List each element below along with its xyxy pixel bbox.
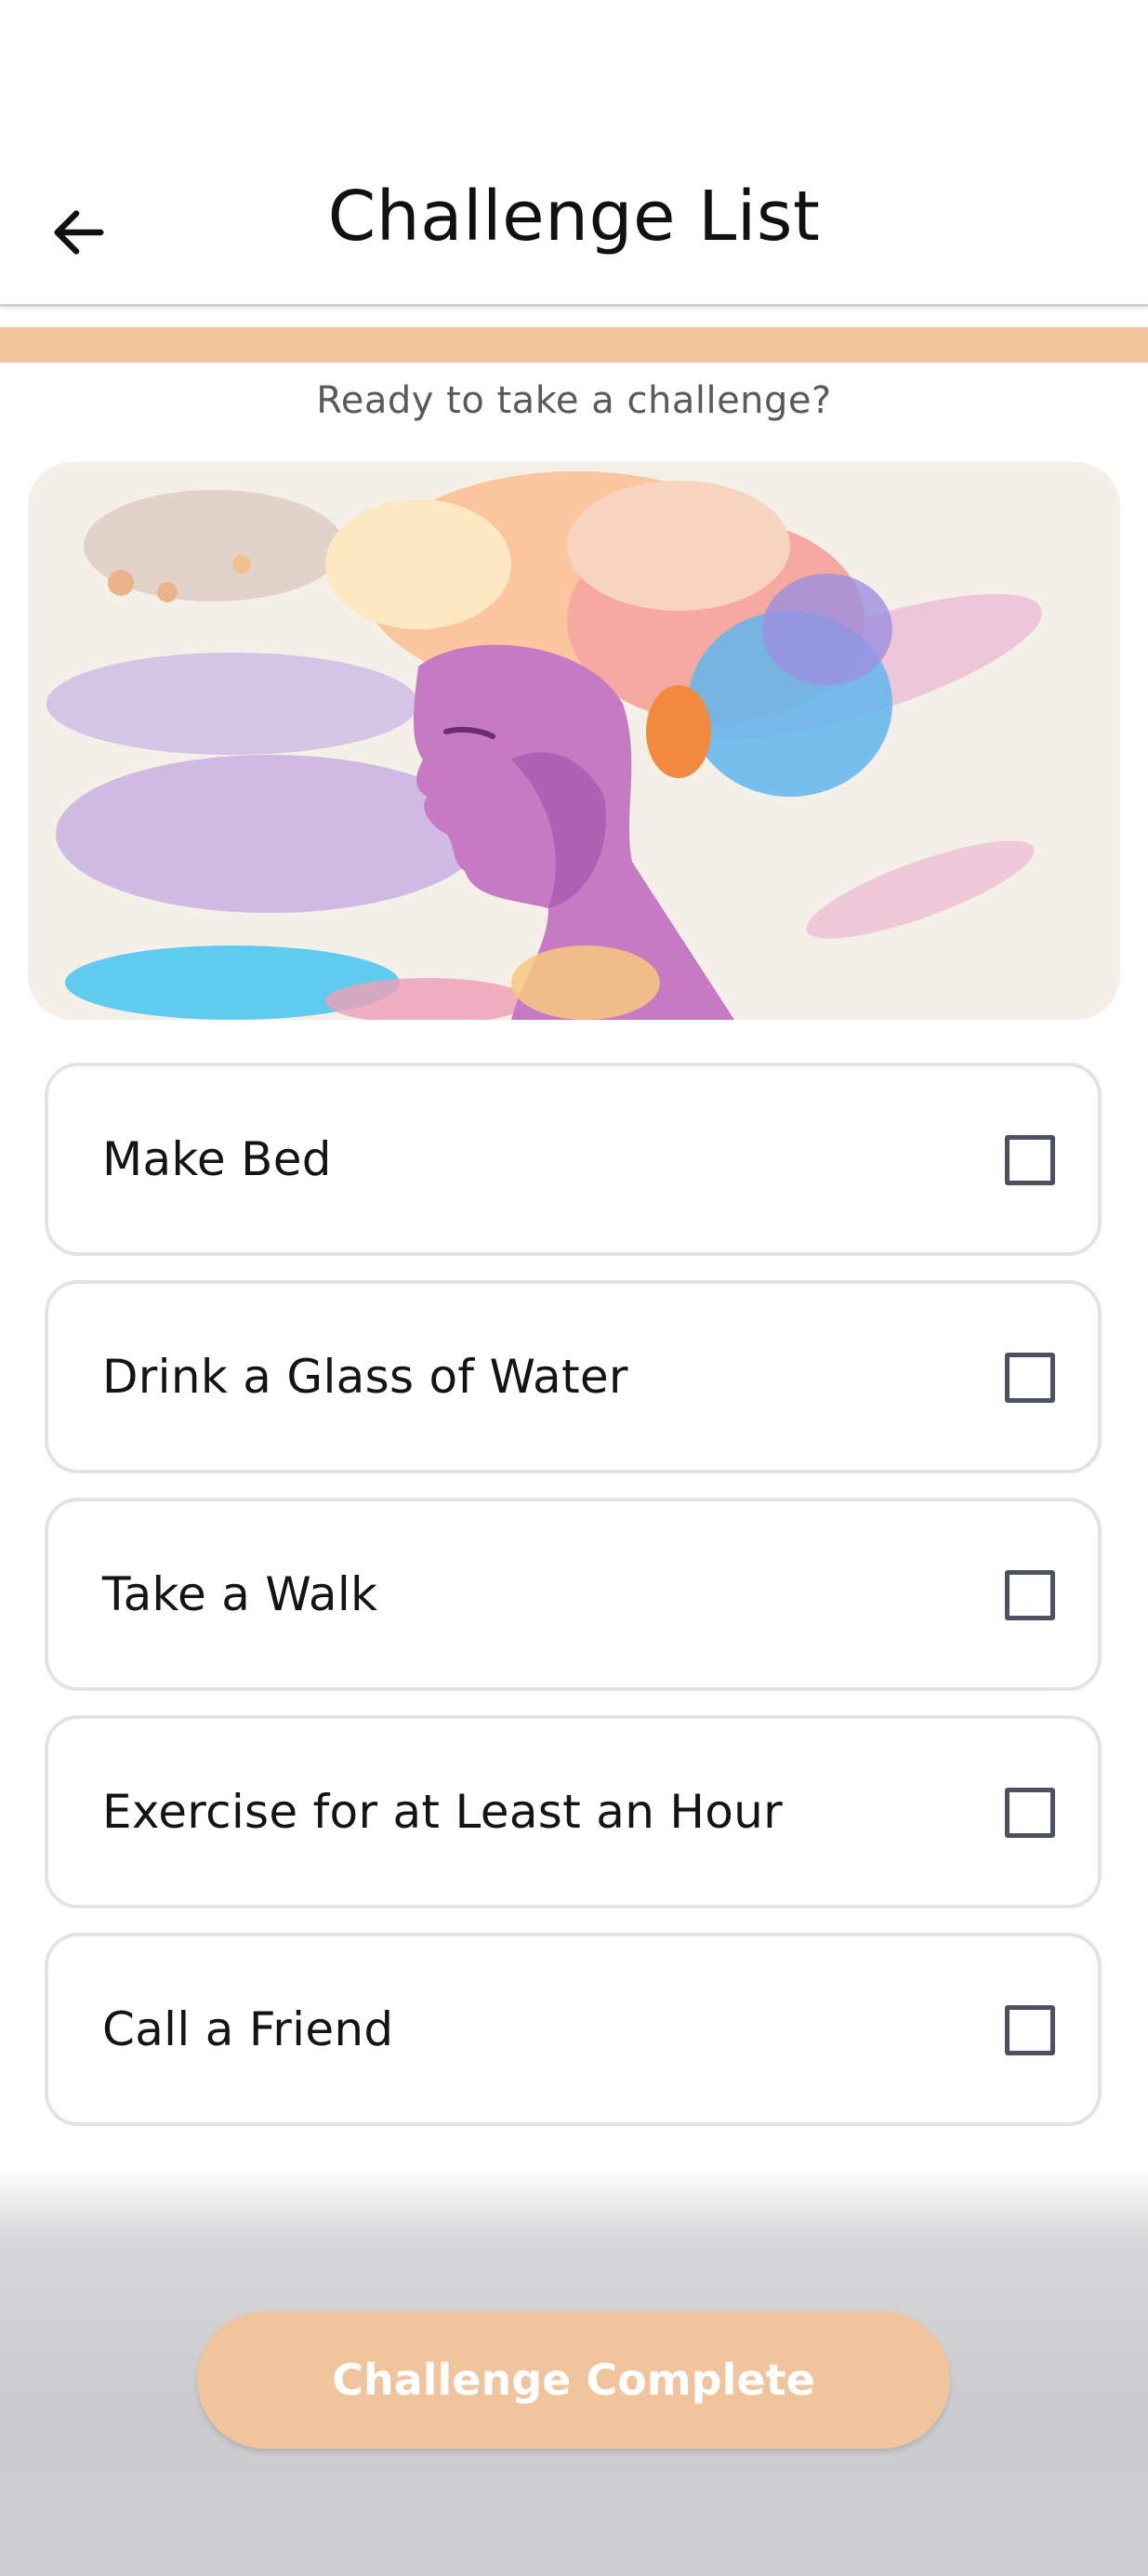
- challenge-item-exercise[interactable]: Exercise for at Least an Hour: [45, 1715, 1102, 1909]
- hero-illustration: [28, 462, 1120, 1020]
- challenge-list: Make Bed Drink a Glass of Water Take a W…: [45, 1063, 1102, 2150]
- checkbox[interactable]: [1005, 1570, 1055, 1620]
- checkbox[interactable]: [1005, 1135, 1055, 1185]
- challenge-label: Call a Friend: [102, 2002, 394, 2056]
- checkbox[interactable]: [1005, 2005, 1055, 2055]
- challenge-item-drink-water[interactable]: Drink a Glass of Water: [45, 1280, 1102, 1473]
- challenge-label: Drink a Glass of Water: [102, 1350, 628, 1404]
- challenge-complete-button[interactable]: Challenge Complete: [197, 2311, 950, 2449]
- checkbox[interactable]: [1005, 1353, 1055, 1403]
- challenge-label: Take a Walk: [102, 1567, 378, 1621]
- challenge-item-call-friend[interactable]: Call a Friend: [45, 1933, 1102, 2126]
- progress-bar-fill: [0, 327, 1148, 363]
- page-title: Challenge List: [327, 177, 821, 257]
- challenge-label: Exercise for at Least an Hour: [102, 1785, 784, 1839]
- challenge-item-make-bed[interactable]: Make Bed: [45, 1063, 1102, 1256]
- status-bar-area: [0, 0, 1148, 149]
- challenge-item-take-walk[interactable]: Take a Walk: [45, 1498, 1102, 1691]
- checkbox[interactable]: [1005, 1788, 1055, 1838]
- app-header: Challenge List: [0, 149, 1148, 307]
- subtitle: Ready to take a challenge?: [316, 379, 832, 422]
- progress-bar: [0, 327, 1148, 363]
- challenge-label: Make Bed: [102, 1132, 332, 1186]
